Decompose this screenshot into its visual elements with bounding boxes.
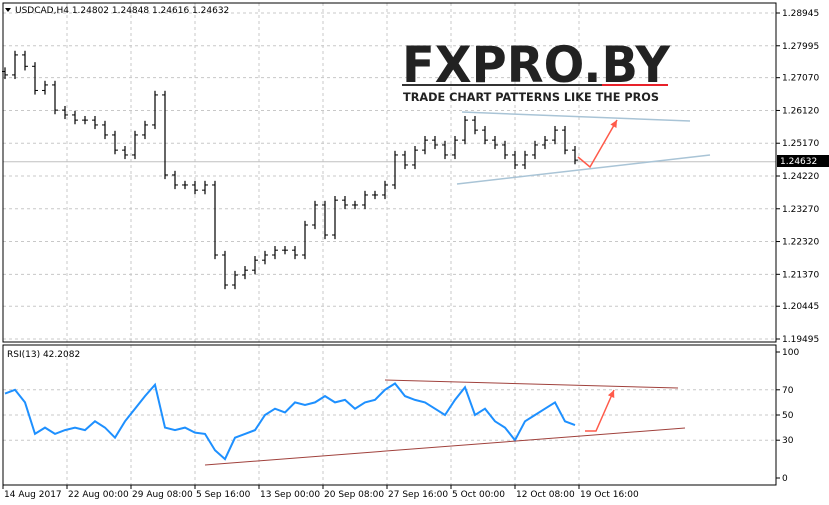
price-bar [552, 125, 558, 145]
price-bar [52, 80, 58, 115]
price-bar [172, 170, 178, 190]
price-bar [112, 130, 118, 155]
logo: FXPRO.BY TRADE CHART PATTERNS LIKE THE P… [402, 36, 671, 104]
y-tick-label: 1.25170 [782, 139, 819, 149]
price-bar [412, 145, 418, 170]
price-bar [292, 246, 298, 260]
price-bar [512, 150, 518, 170]
y-tick-label: 1.23270 [782, 205, 819, 215]
price-bar [312, 200, 318, 230]
price-bar [272, 246, 278, 260]
price-bar [522, 150, 528, 170]
rsi-label: RSI(13) 42.2082 [7, 350, 80, 360]
price-bar [462, 115, 468, 145]
y-tick-label: 1.20445 [782, 302, 819, 312]
price-bar [262, 250, 268, 265]
price-bar [222, 250, 228, 290]
price-bar [12, 50, 18, 80]
rsi-tick-label: 30 [782, 436, 794, 446]
price-axis: 1.28945 1.27995 1.27070 1.26120 1.25170 1.242… [776, 9, 819, 345]
price-bar [132, 130, 138, 160]
price-bar [202, 180, 208, 195]
logo-tagline: TRADE CHART PATTERNS LIKE THE PROS [403, 90, 659, 104]
x-tick-label: 12 Oct 08:00 [516, 490, 575, 500]
logo-rule-dark [402, 84, 602, 86]
price-bar [422, 135, 428, 155]
y-tick-label: 1.26120 [782, 106, 819, 116]
price-bar [42, 80, 48, 95]
x-tick-label: 5 Oct 00:00 [452, 490, 505, 500]
price-bar [152, 90, 158, 130]
price-bar [372, 190, 378, 200]
price-bar [72, 110, 78, 125]
price-bar [302, 220, 308, 260]
y-tick-label: 1.27070 [782, 74, 819, 84]
x-tick-label: 19 Oct 16:00 [580, 490, 639, 500]
rsi-arrow-icon[interactable] [585, 389, 615, 432]
price-bar [392, 150, 398, 190]
rsi-tick-label: 50 [782, 411, 794, 421]
symbol-info: USDCAD,H4 1.24802 1.24848 1.24616 1.2463… [15, 6, 229, 16]
price-bar [482, 125, 488, 145]
price-bar [122, 145, 128, 160]
price-bar [402, 150, 408, 170]
price-bar [252, 256, 258, 275]
time-axis: 14 Aug 2017 22 Aug 00:00 29 Aug 08:00 5 Sep… [2, 485, 639, 500]
price-bar [192, 180, 198, 195]
price-bar [162, 90, 168, 180]
y-tick-label: 1.21370 [782, 270, 819, 280]
price-bar [142, 120, 148, 140]
x-tick-label: 13 Sep 00:00 [260, 490, 320, 500]
price-bar [352, 200, 358, 210]
rsi-tick-label: 100 [782, 348, 799, 358]
price-bar [332, 196, 338, 240]
x-tick-label: 5 Sep 16:00 [196, 490, 251, 500]
price-bar [102, 120, 108, 140]
price-bar [182, 180, 188, 190]
price-bar [242, 266, 248, 280]
annotations [204, 111, 711, 466]
y-tick-label: 1.27995 [782, 42, 819, 52]
rsi-tick-label: 0 [782, 474, 788, 484]
price-bar [562, 125, 568, 155]
current-price-tag: 1.24632 [777, 155, 829, 167]
rsi-line [4, 382, 576, 461]
x-tick-label: 29 Aug 08:00 [132, 490, 193, 500]
x-tick-label: 22 Aug 00:00 [68, 490, 129, 500]
price-bar [282, 246, 288, 255]
price-bar [342, 196, 348, 210]
price-bar [362, 190, 368, 210]
price-upper-trendline[interactable] [461, 111, 691, 122]
price-bar [232, 270, 238, 290]
collapse-triangle-icon[interactable] [5, 8, 11, 12]
x-tick-label: 20 Sep 08:00 [324, 490, 384, 500]
y-tick-label: 1.22320 [782, 238, 819, 248]
price-bar [82, 115, 88, 125]
chart-canvas: FXPRO.BY TRADE CHART PATTERNS LIKE THE P… [2, 2, 829, 500]
rsi-axis: 100 70 50 30 0 [776, 348, 799, 484]
rsi-upper-trendline[interactable] [384, 379, 679, 389]
logo-rule-red [602, 84, 668, 86]
price-bar [92, 115, 98, 130]
price-bar [492, 135, 498, 150]
price-bar [432, 135, 438, 150]
rsi-series [4, 382, 576, 461]
rsi-lower-trendline[interactable] [204, 427, 686, 466]
price-bar [22, 50, 28, 71]
price-bar [452, 135, 458, 160]
y-tick-label: 1.19495 [782, 335, 819, 345]
x-tick-label: 14 Aug 2017 [4, 490, 62, 500]
current-price-label: 1.24632 [780, 157, 817, 167]
price-lower-trendline[interactable] [456, 154, 711, 185]
price-bar [32, 62, 38, 95]
rsi-tick-label: 70 [782, 386, 794, 396]
price-bar [472, 115, 478, 135]
price-bar [212, 180, 218, 260]
y-tick-label: 1.28945 [782, 9, 819, 19]
price-bar [542, 135, 548, 150]
x-tick-label: 27 Sep 16:00 [388, 490, 448, 500]
y-tick-label: 1.24220 [782, 172, 819, 182]
